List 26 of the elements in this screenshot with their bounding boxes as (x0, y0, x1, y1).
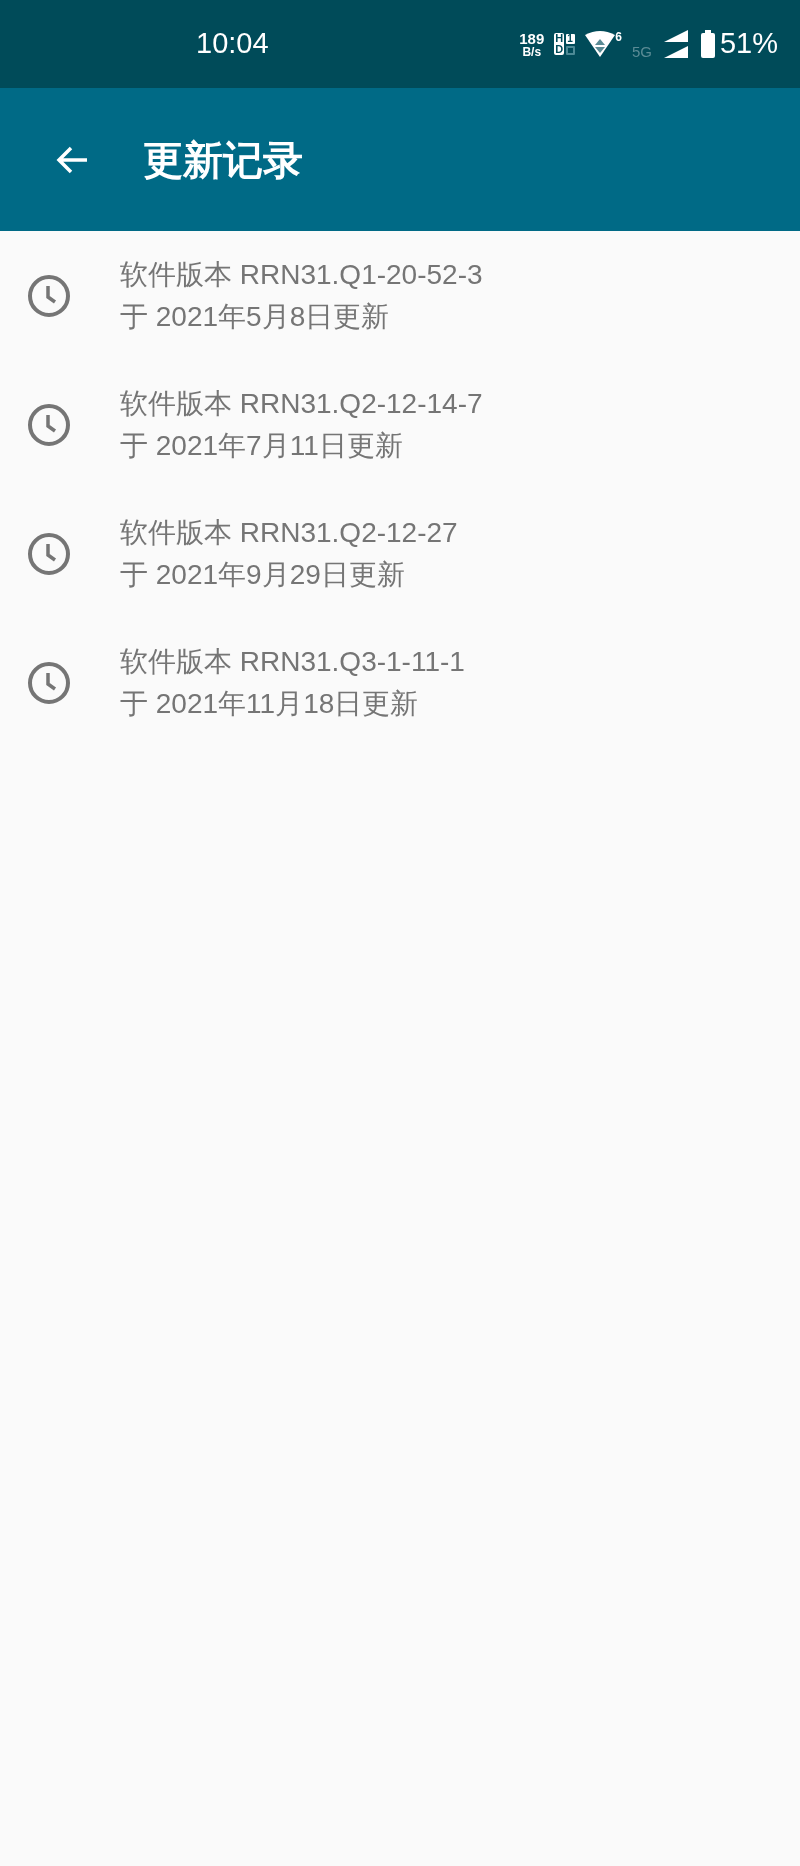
page-title: 更新记录 (143, 136, 303, 184)
update-item[interactable]: 软件版本 RRN31.Q3-1-11-1 于 2021年11月18日更新 (0, 618, 800, 747)
battery-icon (699, 30, 716, 58)
back-arrow-icon (55, 144, 89, 175)
wifi-generation-label: 6 (615, 31, 622, 43)
network-type: 5G (631, 42, 652, 63)
update-item[interactable]: 软件版本 RRN31.Q2-12-27 于 2021年9月29日更新 (0, 489, 800, 618)
network-speed-unit: B/s (522, 45, 542, 58)
clock-icon (27, 660, 71, 705)
clock-icon (27, 402, 71, 447)
battery-level: 51% (719, 26, 778, 62)
update-date: 于 2021年11月18日更新 (120, 686, 420, 721)
update-date: 于 2021年5月8日更新 (120, 299, 391, 334)
update-date: 于 2021年9月29日更新 (120, 557, 406, 592)
version-text: 软件版本 RRN31.Q1-20-52-3 (120, 257, 483, 292)
update-item[interactable]: 软件版本 RRN31.Q1-20-52-3 于 2021年5月8日更新 (0, 231, 800, 360)
clock-icon (27, 531, 71, 576)
wifi-icon (585, 31, 616, 57)
network-speed: 189 (519, 30, 545, 46)
version-text: 软件版本 RRN31.Q2-12-14-7 (120, 386, 483, 421)
update-item[interactable]: 软件版本 RRN31.Q2-12-14-7 于 2021年7月11日更新 (0, 360, 800, 489)
clock-icon (27, 273, 71, 318)
clock: 10:04 (196, 26, 269, 62)
version-text: 软件版本 RRN31.Q2-12-27 (120, 515, 458, 550)
version-text: 软件版本 RRN31.Q3-1-11-1 (120, 644, 465, 679)
update-date: 于 2021年7月11日更新 (120, 428, 404, 463)
